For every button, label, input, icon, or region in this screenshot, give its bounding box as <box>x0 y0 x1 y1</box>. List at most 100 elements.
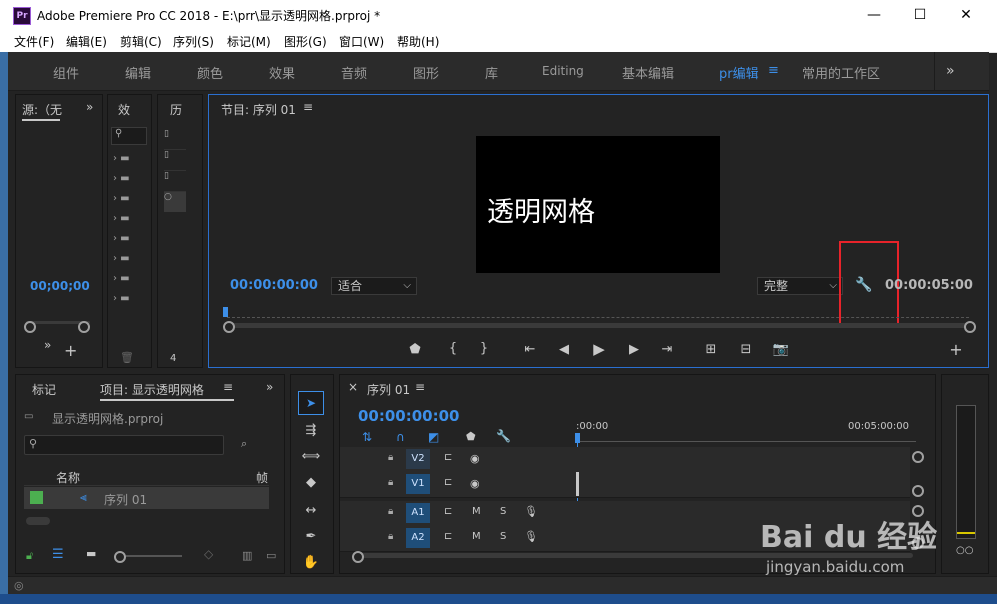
lift-icon[interactable]: ⊞ <box>701 342 721 357</box>
effects-tab[interactable]: 效 <box>118 101 130 118</box>
quality-select[interactable]: 完整 ⌵ <box>757 277 843 295</box>
trash-icon[interactable]: 🗑 <box>120 351 134 364</box>
history-tab[interactable]: 历 <box>170 101 182 118</box>
program-current-timecode[interactable]: 00:00:00:00 <box>230 278 318 293</box>
history-item[interactable]: ▯ <box>164 171 186 192</box>
lock-icon[interactable]: 🔓︎ <box>26 549 33 563</box>
workspace-more-icon[interactable]: » <box>946 63 955 79</box>
column-frame-header[interactable]: 帧 <box>256 469 268 486</box>
program-zoom-right-handle[interactable] <box>964 321 976 333</box>
program-menu-icon[interactable]: ≡ <box>303 100 313 114</box>
workspace-assembly[interactable]: 组件 <box>53 63 79 82</box>
timeline-zoom-left-handle[interactable] <box>352 551 364 563</box>
linked-selection-icon[interactable]: ◩ <box>428 430 439 444</box>
timeline-timecode[interactable]: 00:00:00:00 <box>358 407 460 425</box>
close-button[interactable]: ✕ <box>943 0 989 30</box>
program-playhead[interactable] <box>223 307 228 317</box>
workspace-graphics[interactable]: 图形 <box>413 63 439 82</box>
mark-in-icon[interactable]: { <box>443 341 463 356</box>
menu-graphics[interactable]: 图形(G) <box>284 33 327 50</box>
workspace-audio[interactable]: 音频 <box>341 63 367 82</box>
program-video-frame[interactable]: 透明网格 <box>476 136 720 273</box>
razor-tool-icon[interactable]: ◆ <box>299 472 323 494</box>
menu-clip[interactable]: 剪辑(C) <box>120 33 162 50</box>
track-solo-button[interactable]: S <box>500 531 506 542</box>
workspace-basic-edit[interactable]: 基本编辑 <box>622 63 674 82</box>
menu-sequence[interactable]: 序列(S) <box>173 33 214 50</box>
new-folder-icon[interactable]: ▭ <box>266 549 276 562</box>
folder-row[interactable]: › ▬ <box>113 213 145 233</box>
folder-row[interactable]: › ▬ <box>113 293 145 313</box>
step-back-icon[interactable]: ◀ <box>554 342 574 357</box>
workspace-color[interactable]: 颜色 <box>197 63 223 82</box>
microphone-icon[interactable]: 🎙︎ <box>524 530 538 543</box>
menu-help[interactable]: 帮助(H) <box>397 33 439 50</box>
play-icon[interactable]: ▶ <box>589 340 609 358</box>
timeline-ruler[interactable] <box>576 433 916 442</box>
track-target-v2[interactable]: V2 <box>406 449 430 469</box>
track-target-a1[interactable]: A1 <box>406 503 430 523</box>
menu-window[interactable]: 窗口(W) <box>339 33 384 50</box>
track-eye-icon[interactable]: ◉ <box>470 477 480 490</box>
track-sync-icon[interactable]: ⊏ <box>444 531 452 542</box>
icon-view-icon[interactable]: ▬ <box>86 547 96 560</box>
zoom-slider-handle[interactable] <box>114 551 126 563</box>
source-zoom-right-handle[interactable] <box>78 321 90 333</box>
menu-marker[interactable]: 标记(M) <box>227 33 271 50</box>
project-menu-icon[interactable]: ≡ <box>223 380 233 394</box>
find-bin-icon[interactable]: ⌕ <box>241 437 247 451</box>
track-lock-icon[interactable]: 🔒︎ <box>388 531 393 542</box>
project-hscroll[interactable] <box>26 517 50 525</box>
track-sync-icon[interactable]: ⊏ <box>444 477 452 488</box>
source-tab[interactable]: 源:（无 <box>22 101 62 118</box>
clip-edge[interactable] <box>576 472 579 496</box>
ripple-edit-tool-icon[interactable]: ⟺ <box>299 446 323 468</box>
folder-row[interactable]: › ▬ <box>113 233 145 253</box>
marker-icon[interactable]: ⬟ <box>466 430 476 443</box>
folder-row[interactable]: › ▬ <box>113 173 145 193</box>
program-zoom-bar[interactable] <box>229 323 969 328</box>
source-add-button[interactable]: + <box>64 341 77 360</box>
folder-row[interactable]: › ▬ <box>113 253 145 273</box>
workspace-editing[interactable]: Editing <box>542 64 584 78</box>
folder-row[interactable]: › ▬ <box>113 193 145 213</box>
minimize-button[interactable]: — <box>851 0 897 30</box>
project-search-input[interactable]: ⚲ <box>24 435 224 455</box>
slip-tool-icon[interactable]: ↔ <box>299 500 323 522</box>
go-to-in-icon[interactable]: ⇤ <box>520 342 540 357</box>
track-mute-button[interactable]: M <box>472 506 481 517</box>
sync-icon[interactable]: ◎ <box>14 579 24 592</box>
hand-tool-icon[interactable]: ✋ <box>299 552 323 574</box>
program-time-ruler[interactable] <box>227 307 969 318</box>
video-vscroll-top[interactable] <box>912 451 924 463</box>
column-name-header[interactable]: 名称 <box>56 469 80 486</box>
track-target-v1[interactable]: V1 <box>406 474 430 494</box>
track-select-tool-icon[interactable]: ⇶ <box>299 420 323 442</box>
zoom-slider-track[interactable] <box>126 555 182 557</box>
track-lock-icon[interactable]: 🔒︎ <box>388 452 393 463</box>
workspace-menu-icon[interactable]: ≡ <box>768 63 779 78</box>
source-more-icon[interactable]: » <box>86 100 93 114</box>
history-item[interactable]: ▯ <box>164 129 186 150</box>
folder-row[interactable]: › ▬ <box>113 273 145 293</box>
export-frame-icon[interactable]: 📷 <box>771 342 791 357</box>
menu-file[interactable]: 文件(F) <box>14 33 54 50</box>
program-tab[interactable]: 节目: 序列 01 <box>221 101 296 118</box>
go-to-out-icon[interactable]: ⇥ <box>657 342 677 357</box>
track-mute-button[interactable]: M <box>472 531 481 542</box>
timeline-settings-icon[interactable]: 🔧 <box>496 429 511 443</box>
source-zoom-left-handle[interactable] <box>24 321 36 333</box>
new-bin-icon[interactable]: ▥ <box>242 549 252 562</box>
timeline-menu-icon[interactable]: ≡ <box>415 380 425 394</box>
nest-icon[interactable]: ⇅ <box>362 430 372 444</box>
source-more2-icon[interactable]: » <box>44 338 51 352</box>
step-forward-icon[interactable]: ▶ <box>624 342 644 357</box>
track-sync-icon[interactable]: ⊏ <box>444 452 452 463</box>
program-add-button[interactable]: + <box>946 340 966 359</box>
sort-icon[interactable]: ◇ <box>204 547 213 561</box>
track-solo-button[interactable]: S <box>500 506 506 517</box>
track-target-a2[interactable]: A2 <box>406 528 430 548</box>
fit-select[interactable]: 适合 ⌵ <box>331 277 417 295</box>
source-timecode[interactable]: 00;00;00 <box>30 279 90 293</box>
project-more-icon[interactable]: » <box>266 380 273 394</box>
